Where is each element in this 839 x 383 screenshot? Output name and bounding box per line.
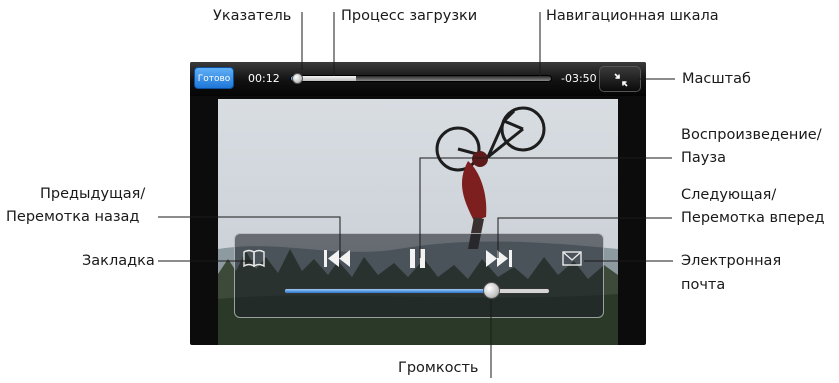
previous-callout-line (158, 216, 341, 258)
next-label-line2: Перемотка вперед (681, 210, 825, 226)
next-callout-line (497, 217, 672, 258)
play-pause-callout-line (419, 157, 672, 258)
pointer-label: Указатель (213, 8, 292, 24)
navigation-bar-label: Навигационная шкала (546, 8, 719, 24)
volume-label: Громкость (398, 360, 479, 376)
download-progress-label: Процесс загрузки (341, 8, 478, 24)
scale-label: Масштаб (682, 71, 751, 87)
email-label-line2: почта (681, 277, 726, 293)
play-pause-label-line1: Воспроизведение/ (681, 127, 822, 143)
email-label-line1: Электронная (681, 253, 782, 269)
bookmark-label: Закладка (82, 253, 155, 269)
previous-label-line2: Перемотка назад (6, 209, 140, 225)
next-label-line1: Следующая/ (681, 187, 777, 203)
play-pause-label-line2: Пауза (681, 150, 726, 166)
previous-label-line1: Предыдущая/ (40, 186, 146, 202)
